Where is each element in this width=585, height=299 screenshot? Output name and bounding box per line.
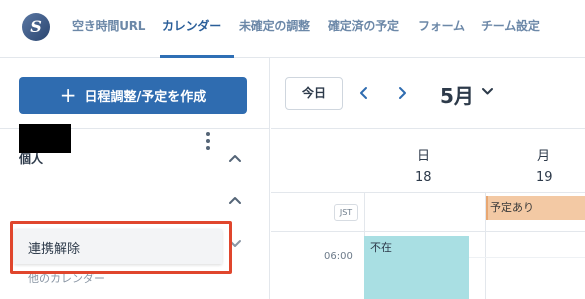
month-label[interactable]: 5月 [440,80,474,109]
chevron-right-icon[interactable] [395,85,409,101]
calendar-toolbar-divider [271,128,585,129]
redacted-account-name [19,124,71,153]
plus-icon: + [59,82,77,107]
chevron-up-icon[interactable] [228,153,242,163]
header-divider [271,192,585,193]
chevron-left-icon[interactable] [357,85,371,101]
tab-team-settings[interactable]: チーム設定 [481,17,540,34]
account-context-menu: 連携解除 [14,229,222,264]
tab-free-time-url[interactable]: 空き時間URL [72,17,145,34]
tab-confirmed-events[interactable]: 確定済の予定 [328,17,399,34]
chevron-down-icon[interactable] [481,86,494,96]
today-button[interactable]: 今日 [285,77,343,110]
app-logo[interactable]: S [22,13,50,41]
chevron-down-icon[interactable] [228,239,242,249]
create-event-button[interactable]: + 日程調整/予定を作成 [19,77,247,114]
day-number-19[interactable]: 19 [536,170,553,185]
other-calendars-label[interactable]: 他のカレンダー [28,270,105,286]
event-absent[interactable]: 不在 [364,236,469,299]
tab-calendar[interactable]: カレンダー [162,17,221,34]
chevron-up-icon[interactable] [228,195,242,205]
event-busy[interactable]: 予定あり [486,196,585,220]
unlink-menu-item[interactable]: 連携解除 [28,238,80,257]
tab-pending-adjustments[interactable]: 未確定の調整 [239,17,310,34]
allday-divider [271,231,585,232]
tab-forms[interactable]: フォーム [418,17,465,34]
create-event-label: 日程調整/予定を作成 [84,90,207,105]
day-of-week-sun: 日 [417,149,431,164]
time-label-0600: 06:00 [324,251,353,262]
more-options-icon[interactable] [205,132,211,152]
day-of-week-mon: 月 [537,149,551,164]
timezone-badge[interactable]: JST [334,204,358,221]
day-number-18[interactable]: 18 [415,170,432,185]
top-nav: S 空き時間URL カレンダー 未確定の調整 確定済の予定 フォーム チーム設定 [0,0,585,58]
